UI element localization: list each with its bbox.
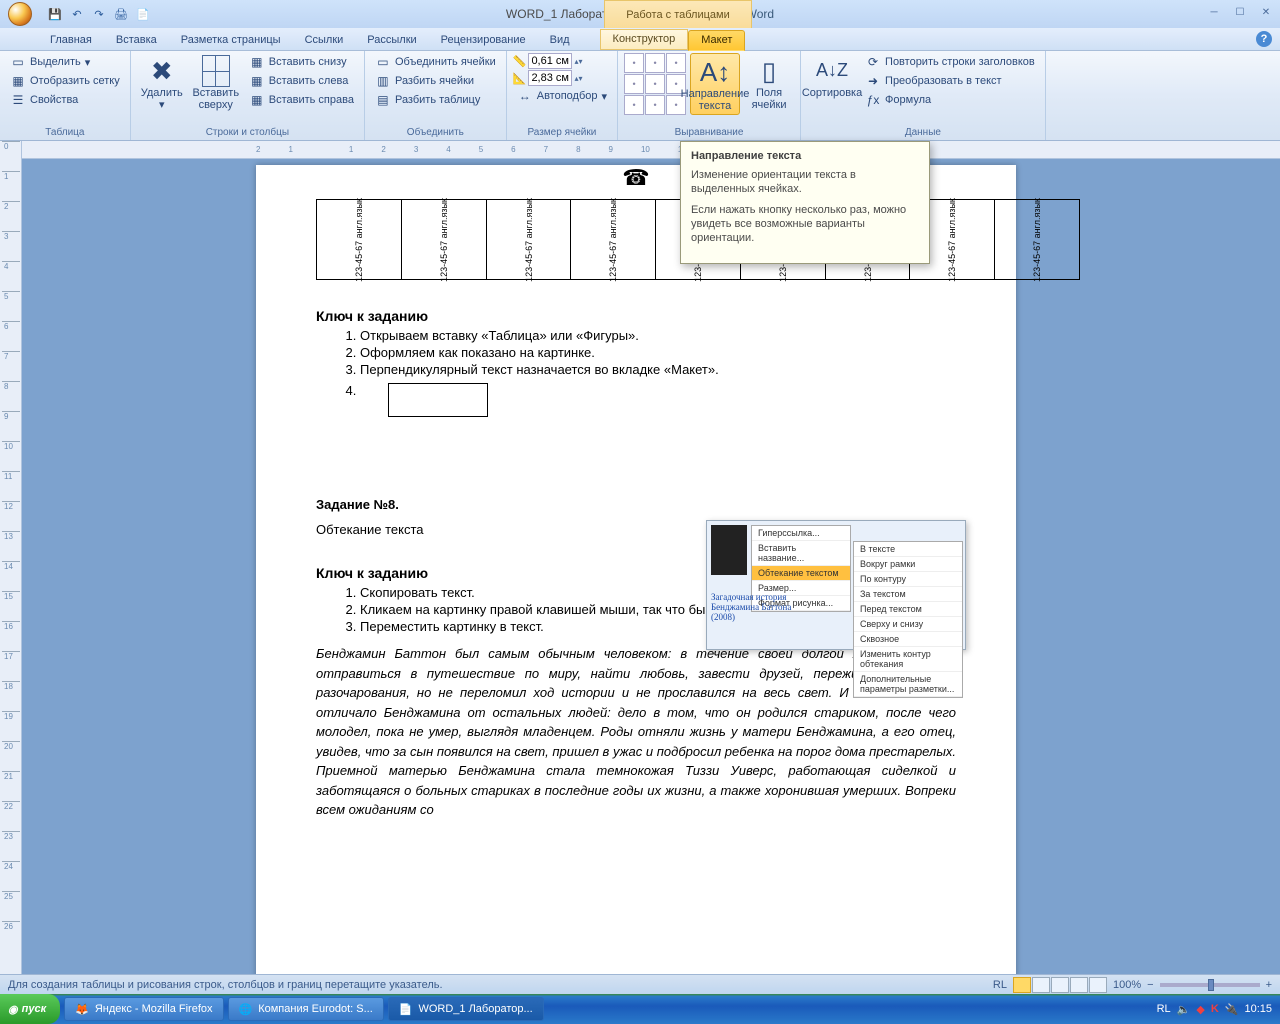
qat-preview-icon[interactable]: 📄 — [134, 5, 152, 23]
title-bar: 💾 ↶ ↷ 🖨 📄 WORD_1 Лабораторная работа - M… — [0, 0, 1280, 28]
tab-home[interactable]: Главная — [38, 31, 104, 50]
alignment-grid[interactable]: ••••••••• — [624, 53, 686, 115]
insert-above-button[interactable]: Вставить сверху — [191, 53, 241, 113]
qat-print-icon[interactable]: 🖨 — [112, 5, 130, 23]
tray-volume-icon[interactable]: 🔈 — [1177, 1003, 1191, 1016]
tray-shield-icon[interactable]: ◆ — [1196, 1003, 1204, 1016]
status-message: Для создания таблицы и рисования строк, … — [8, 979, 443, 991]
zoom-level[interactable]: 100% — [1113, 979, 1141, 991]
minimize-button[interactable]: ─ — [1204, 4, 1224, 20]
document-page[interactable]: ☎ 123-45-67 англ.язык123-45-67 англ.язык… — [256, 165, 1016, 974]
split-cells-button[interactable]: ▥Разбить ячейки — [371, 72, 500, 90]
merge-cells-button[interactable]: ▭Объединить ячейки — [371, 53, 500, 71]
taskbar-word[interactable]: 📄 WORD_1 Лаборатор... — [388, 997, 544, 1021]
system-tray[interactable]: RL 🔈 ◆ K 🔌 10:15 — [1157, 1003, 1280, 1016]
ribbon: ▭Выделить ▾ ▦Отобразить сетку ☰Свойства … — [0, 51, 1280, 141]
delete-button[interactable]: ✖Удалить ▾ — [137, 53, 187, 113]
heading-key1: Ключ к заданию — [316, 308, 956, 324]
taskbar: ◉ пуск 🦊 Яндекс - Mozilla Firefox 🌐 Комп… — [0, 994, 1280, 1024]
tray-kaspersky-icon[interactable]: K — [1211, 1003, 1219, 1015]
tab-table-layout[interactable]: Макет — [688, 30, 745, 51]
insert-below-button[interactable]: ▦Вставить снизу — [245, 53, 358, 71]
tab-view[interactable]: Вид — [538, 31, 582, 50]
properties-button[interactable]: ☰Свойства — [6, 91, 124, 109]
status-bar: Для создания таблицы и рисования строк, … — [0, 974, 1280, 994]
insert-left-button[interactable]: ▦Вставить слева — [245, 72, 358, 90]
wrap-submenu: В текстеВокруг рамки По контуруЗа тексто… — [853, 541, 963, 698]
tray-device-icon[interactable]: 🔌 — [1225, 1003, 1239, 1016]
heading-task8: Задание №8. — [316, 497, 956, 512]
tray-language[interactable]: RL — [1157, 1003, 1171, 1015]
split-table-button[interactable]: ▤Разбить таблицу — [371, 91, 500, 109]
col-width-input[interactable]: 📐▴▾ — [513, 70, 611, 86]
qat-undo-icon[interactable]: ↶ — [68, 5, 86, 23]
movie-thumbnail — [711, 525, 747, 575]
view-buttons[interactable] — [1013, 977, 1107, 993]
movie-caption: Загадочная история Бенджамина Баттона (2… — [711, 593, 801, 623]
context-tab-group: Работа с таблицами — [604, 0, 752, 28]
help-icon[interactable]: ? — [1256, 31, 1272, 47]
group-rows-cols: Строки и столбцы — [137, 125, 358, 140]
work-area: 0123456789101112131415161718192021222324… — [0, 141, 1280, 974]
maximize-button[interactable]: ☐ — [1230, 4, 1250, 20]
start-button[interactable]: ◉ пуск — [0, 994, 60, 1024]
zoom-in-icon[interactable]: + — [1266, 979, 1272, 991]
tab-table-design[interactable]: Конструктор — [600, 29, 689, 50]
group-merge: Объединить — [371, 125, 500, 140]
convert-to-text-button[interactable]: ➜Преобразовать в текст — [861, 72, 1039, 90]
taskbar-chrome[interactable]: 🌐 Компания Eurodot: S... — [228, 997, 384, 1021]
vertical-ruler: 0123456789101112131415161718192021222324… — [0, 141, 22, 974]
insert-right-button[interactable]: ▦Вставить справа — [245, 91, 358, 109]
group-cell-size: Размер ячейки — [513, 125, 611, 140]
autofit-button[interactable]: ↔Автоподбор ▾ — [513, 87, 611, 105]
zoom-out-icon[interactable]: − — [1147, 979, 1153, 991]
qat-save-icon[interactable]: 💾 — [46, 5, 64, 23]
text-direction-button[interactable]: A↕Направление текста — [690, 53, 740, 115]
select-button[interactable]: ▭Выделить ▾ — [6, 53, 124, 71]
tray-clock[interactable]: 10:15 — [1244, 1003, 1272, 1015]
tab-insert[interactable]: Вставка — [104, 31, 169, 50]
tab-references[interactable]: Ссылки — [293, 31, 356, 50]
group-table: Таблица — [6, 125, 124, 140]
tab-page-layout[interactable]: Разметка страницы — [169, 31, 293, 50]
horizontal-ruler: 2112345678910111213141516 — [22, 141, 1280, 159]
embedded-screenshot: Гиперссылка...Вставить название... Обтек… — [706, 520, 966, 650]
group-alignment: Выравнивание — [624, 125, 794, 140]
list-key1: Открываем вставку «Таблица» или «Фигуры»… — [360, 328, 956, 417]
cell-margins-button[interactable]: ▯Поля ячейки — [744, 53, 794, 113]
qat-redo-icon[interactable]: ↷ — [90, 5, 108, 23]
empty-cell[interactable] — [388, 383, 488, 417]
gridlines-button[interactable]: ▦Отобразить сетку — [6, 72, 124, 90]
office-button[interactable] — [0, 0, 40, 28]
row-height-input[interactable]: 📏▴▾ — [513, 53, 611, 69]
tab-review[interactable]: Рецензирование — [429, 31, 538, 50]
quick-access-toolbar: 💾 ↶ ↷ 🖨 📄 — [46, 5, 152, 23]
group-data: Данные — [807, 125, 1039, 140]
close-button[interactable]: ✕ — [1256, 4, 1276, 20]
taskbar-firefox[interactable]: 🦊 Яндекс - Mozilla Firefox — [64, 997, 223, 1021]
ribbon-tabs: Главная Вставка Разметка страницы Ссылки… — [0, 28, 1280, 51]
tab-mailings[interactable]: Рассылки — [355, 31, 428, 50]
document-viewport[interactable]: 2112345678910111213141516 ☎ 123-45-67 ан… — [22, 141, 1280, 974]
zoom-slider[interactable] — [1160, 983, 1260, 987]
status-language[interactable]: RL — [993, 979, 1007, 991]
sort-button[interactable]: A↓ZСортировка — [807, 53, 857, 101]
tooltip-text-direction: Направление текста Изменение ориентации … — [680, 141, 930, 264]
repeat-headers-button[interactable]: ⟳Повторить строки заголовков — [861, 53, 1039, 71]
formula-button[interactable]: ƒxФормула — [861, 91, 1039, 109]
